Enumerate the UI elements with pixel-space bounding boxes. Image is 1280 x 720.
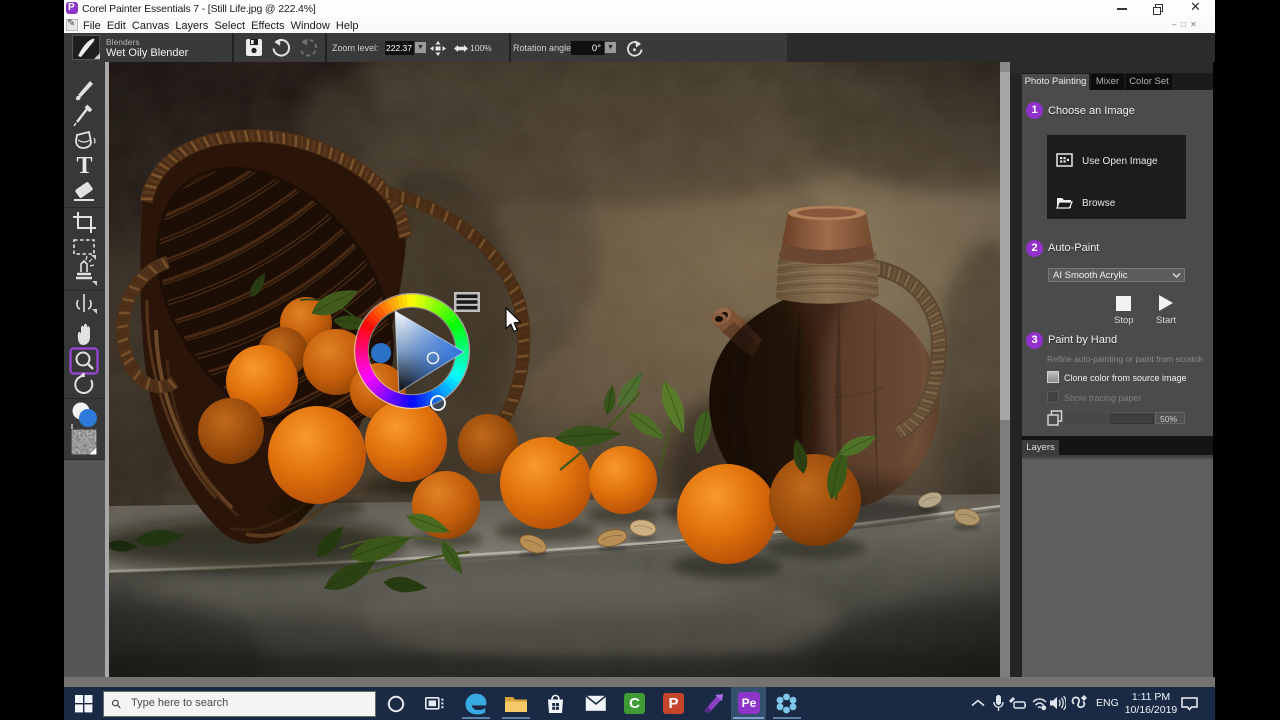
svg-text:T: T [76,153,92,179]
